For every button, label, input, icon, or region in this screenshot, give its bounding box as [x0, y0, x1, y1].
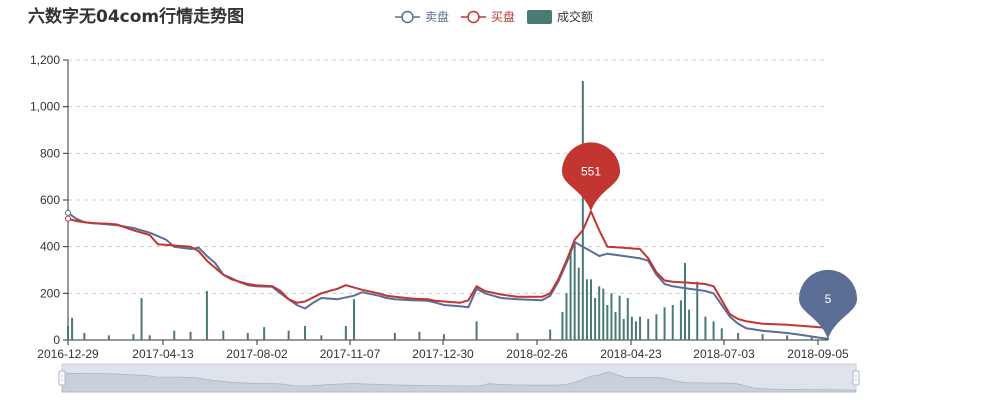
legend-label[interactable]: 成交额 — [557, 9, 593, 24]
legend-swatch[interactable] — [527, 10, 552, 24]
volume-bar — [634, 321, 637, 340]
volume-bar — [263, 327, 266, 340]
volume-bar — [581, 81, 584, 340]
markers: 551 5 — [562, 142, 857, 339]
volume-bar — [83, 333, 86, 340]
legend-swatch-dot[interactable] — [401, 10, 414, 24]
volume-bar — [320, 335, 323, 340]
y-tick-label: 800 — [40, 146, 60, 160]
chart-svg: 六数字无04com行情走势图 卖盘 买盘 成交额 0 200 400 600 800 1,00… — [28, 6, 860, 393]
volume-bar — [737, 333, 740, 340]
volume-bar — [647, 319, 650, 340]
volume-bar — [622, 319, 625, 340]
volume-bar — [303, 326, 306, 340]
volume-bar — [71, 317, 74, 340]
x-tick-label: 2018-07-03 — [693, 347, 755, 361]
volume-bar — [614, 312, 617, 340]
volume-bar — [246, 333, 249, 340]
volume-bar — [287, 330, 290, 340]
volume-bar — [786, 335, 789, 340]
volume-bar — [569, 249, 572, 340]
x-tick-label: 2017-11-07 — [320, 347, 381, 361]
volume-bar — [712, 321, 715, 340]
volume-bar — [720, 328, 723, 340]
volume-bar — [688, 309, 691, 340]
series-lines — [65, 209, 829, 340]
volume-bar — [626, 298, 629, 340]
y-tick-label: 600 — [40, 193, 60, 207]
volume-bar — [344, 326, 347, 340]
volume-bar — [671, 305, 674, 340]
volume-bar — [173, 330, 176, 340]
y-tick-label: 400 — [40, 240, 60, 254]
x-tick-label: 2018-04-23 — [600, 347, 662, 361]
x-axis: 2016-12-29 2017-04-13 2017-08-02 2017-11-07… — [37, 339, 849, 361]
volume-bar — [565, 293, 568, 340]
volume-bar — [442, 334, 445, 340]
volume-bar — [189, 331, 192, 340]
marker-label: 5 — [825, 292, 832, 306]
volume-bar — [475, 321, 478, 340]
volume-bar — [598, 286, 601, 340]
volume-bar — [561, 312, 564, 340]
volume-bar — [683, 263, 686, 340]
volume-bar — [107, 335, 110, 340]
volume-bar — [630, 316, 633, 340]
legend: 卖盘 买盘 成交额 — [395, 9, 593, 24]
volume-bar — [679, 300, 682, 340]
volume-bar — [655, 314, 658, 340]
volume-bar — [132, 334, 135, 340]
volume-bar — [140, 298, 143, 340]
x-tick-label: 2018-09-05 — [787, 347, 849, 361]
volume-bar — [222, 330, 225, 340]
volume-bar — [67, 326, 69, 340]
y-tick-label: 1,000 — [30, 100, 60, 114]
volume-bar — [353, 299, 356, 340]
volume-bar — [663, 307, 666, 340]
series-point — [65, 209, 71, 216]
x-tick-label: 2017-12-30 — [412, 347, 474, 361]
volume-bar — [761, 334, 764, 340]
series-line-sell — [67, 211, 829, 340]
x-tick-label: 2017-08-02 — [226, 347, 288, 361]
volume-bar — [393, 333, 396, 340]
y-axis: 0 200 400 600 800 1,000 1,200 — [30, 53, 69, 347]
x-tick-label: 2016-12-29 — [37, 347, 99, 361]
volume-bar — [602, 288, 605, 340]
x-tick-label: 2017-04-13 — [132, 347, 194, 361]
grid — [68, 59, 828, 294]
volume-bar — [148, 335, 151, 340]
volume-bar — [610, 293, 613, 340]
legend-label[interactable]: 卖盘 — [425, 9, 449, 24]
volume-bar — [205, 291, 208, 340]
legend-swatch-dot[interactable] — [467, 10, 480, 24]
marker-label: 551 — [581, 164, 601, 178]
volume-bar — [590, 279, 593, 340]
volume-bar — [577, 267, 580, 340]
y-tick-label: 0 — [53, 333, 60, 347]
volume-bar — [418, 331, 421, 340]
volume-bar — [594, 298, 597, 340]
volume-bar — [606, 305, 609, 340]
zoom-handle[interactable] — [852, 370, 860, 386]
zoom-handle[interactable] — [58, 370, 66, 386]
y-tick-label: 200 — [40, 286, 60, 300]
series-point — [65, 215, 71, 222]
y-tick-label: 1,200 — [30, 53, 60, 67]
chart-stage: 六数字无04com行情走势图 卖盘 买盘 成交额 0 200 400 600 800 1,00… — [0, 0, 1000, 400]
volume-bar — [704, 316, 707, 340]
x-tick-label: 2018-02-26 — [506, 347, 568, 361]
volume-bar — [573, 242, 576, 340]
volume-bar — [618, 295, 621, 340]
data-zoom-slider[interactable] — [58, 363, 860, 393]
legend-label[interactable]: 买盘 — [491, 9, 515, 24]
series-line-buy — [67, 210, 829, 330]
chart-title: 六数字无04com行情走势图 — [28, 6, 244, 27]
volume-bar — [549, 329, 552, 340]
volume-bar — [639, 316, 642, 340]
volume-bar — [516, 333, 519, 340]
volume-bar — [585, 279, 588, 340]
